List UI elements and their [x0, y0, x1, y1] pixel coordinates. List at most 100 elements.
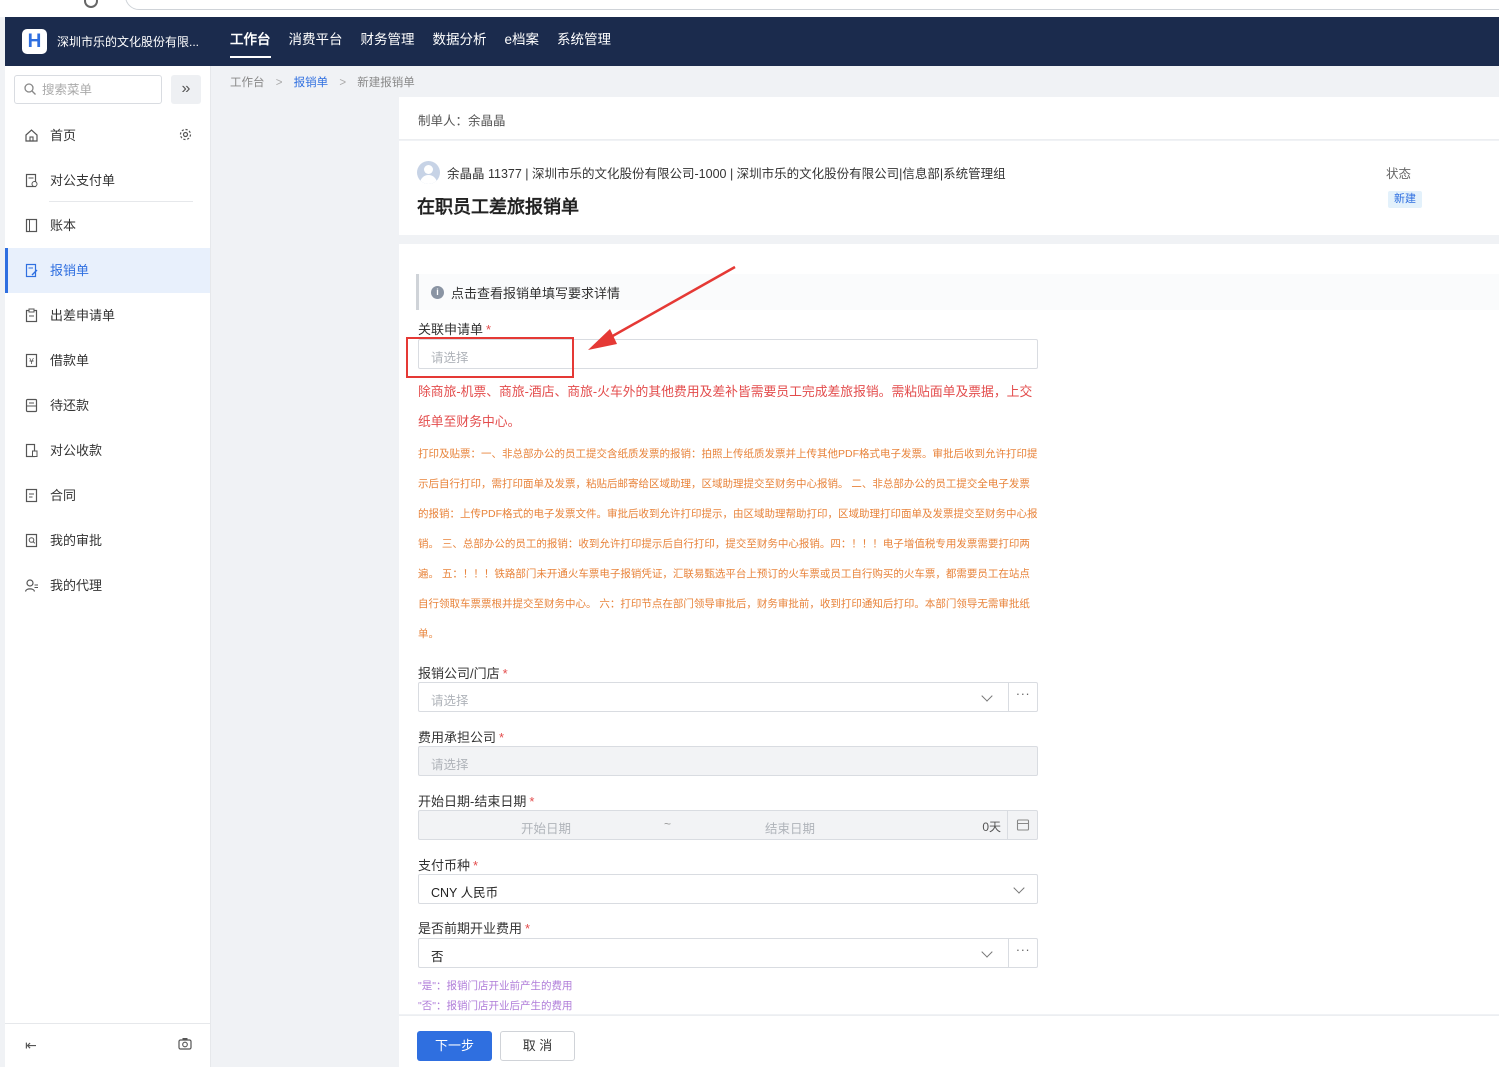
home-icon [25, 129, 38, 142]
date-range-picker[interactable]: 开始日期 ~ 结束日期 0天 [418, 810, 1038, 840]
contract-icon [25, 488, 38, 503]
nav-data-analysis[interactable]: 数据分析 [433, 17, 487, 66]
next-step-button[interactable]: 下一步 [417, 1031, 492, 1061]
currency-select[interactable]: CNY 人民币 [418, 874, 1038, 904]
creator-text: 制单人：余晶晶 [418, 114, 506, 128]
sidebar-item-label: 账本 [50, 218, 77, 233]
creator-bar: 制单人：余晶晶 [399, 97, 1499, 140]
chevron-down-icon [981, 690, 993, 702]
hint-yes: "是"：报销门店开业前产生的费用 [418, 980, 573, 992]
sidebar-item-my-agent[interactable]: 我的代理 [5, 563, 210, 608]
sidebar-item-corporate-payment[interactable]: 对公支付单 [5, 158, 210, 203]
search-icon [24, 83, 36, 95]
nav-e-archive[interactable]: e档案 [505, 17, 540, 66]
breadcrumb-current: 新建报销单 [357, 77, 415, 89]
sidebar-item-label: 对公支付单 [50, 173, 116, 188]
sidebar-item-travel-application[interactable]: 出差申请单 [5, 293, 210, 338]
sidebar-item-label: 待还款 [50, 398, 90, 413]
info-icon: i [431, 286, 444, 299]
more-options-button[interactable]: ··· [1008, 939, 1037, 967]
sidebar-item-reimbursement[interactable]: 报销单 [5, 248, 210, 293]
nav-system-management[interactable]: 系统管理 [557, 17, 611, 66]
reimbursement-icon [25, 263, 38, 278]
pre-opening-value: 否 [431, 950, 444, 964]
chevron-down-icon [981, 946, 993, 958]
user-info: 余晶晶 11377 | 深圳市乐的文化股份有限公司-1000 | 深圳市乐的文化… [447, 167, 1006, 181]
sidebar-item-label: 我的代理 [50, 578, 103, 593]
breadcrumb-home[interactable]: 工作台 [230, 77, 265, 89]
form-footer: 下一步 取 消 [399, 1015, 1499, 1067]
nav-finance[interactable]: 财务管理 [361, 17, 415, 66]
status-badge: 新建 [1388, 191, 1422, 208]
sidebar-item-ledger[interactable]: 账本 [5, 203, 210, 248]
sidebar-item-contract[interactable]: 合同 [5, 473, 210, 518]
sidebar-item-corporate-receipt[interactable]: 对公收款 [5, 428, 210, 473]
double-chevron-right-icon[interactable]: » [171, 75, 201, 104]
payment-doc-icon [25, 173, 38, 188]
menu-divider [49, 201, 193, 202]
company-store-label: 报销公司/门店 * [418, 666, 508, 681]
menu-search[interactable] [14, 75, 162, 104]
agent-icon [24, 579, 38, 592]
sidebar-item-label: 合同 [50, 488, 77, 503]
sidebar-item-label: 我的审批 [50, 533, 103, 548]
ledger-icon [25, 218, 38, 233]
end-date-input[interactable]: 结束日期 [765, 818, 815, 837]
sidebar: » 首页 对公支付单 账本 报销单 出差申请单 ¥ 借款单 [5, 66, 211, 1067]
menu-search-input[interactable] [42, 80, 157, 100]
avatar [417, 161, 440, 184]
pre-opening-select[interactable]: 否 ··· [418, 938, 1038, 968]
sidebar-item-label: 首页 [50, 128, 77, 143]
app-logo[interactable]: H [22, 29, 47, 54]
more-options-button[interactable]: ··· [1008, 683, 1037, 711]
status-label: 状态 [1386, 167, 1412, 181]
currency-value: CNY 人民币 [431, 886, 499, 900]
form-header: 余晶晶 11377 | 深圳市乐的文化股份有限公司-1000 | 深圳市乐的文化… [399, 141, 1499, 235]
receipt-icon [25, 443, 38, 458]
main-nav: 工作台 消费平台 财务管理 数据分析 e档案 系统管理 [230, 17, 629, 66]
gear-icon[interactable] [179, 128, 192, 141]
nav-consumption-platform[interactable]: 消费平台 [289, 17, 343, 66]
breadcrumb-reimbursement[interactable]: 报销单 [294, 77, 329, 89]
sidebar-footer: ⇤ [5, 1023, 210, 1067]
travel-expense-note: 除商旅-机票、商旅-酒店、商旅-火车外的其他费用及差补皆需要员工完成差旅报销。需… [418, 384, 1033, 429]
cost-company-label: 费用承担公司 * [418, 730, 505, 745]
sidebar-item-to-repay[interactable]: 待还款 [5, 383, 210, 428]
sidebar-item-label: 报销单 [50, 263, 90, 278]
company-store-select[interactable]: 请选择 ··· [418, 682, 1038, 712]
sidebar-item-label: 借款单 [50, 353, 90, 368]
camera-icon[interactable] [178, 1037, 192, 1050]
hint-no: "否"：报销门店开业后产生的费用 [418, 1000, 573, 1012]
date-separator: ~ [664, 817, 672, 831]
address-bar[interactable] [125, 0, 1499, 10]
page-title: 在职员工差旅报销单 [417, 197, 579, 217]
sidebar-item-home[interactable]: 首页 [5, 113, 210, 158]
calendar-icon[interactable] [1007, 811, 1037, 839]
sidebar-item-my-approval[interactable]: 我的审批 [5, 518, 210, 563]
sidebar-item-loan[interactable]: ¥ 借款单 [5, 338, 210, 383]
date-range-label: 开始日期-结束日期 * [418, 794, 535, 809]
breadcrumb-separator: > [275, 77, 283, 89]
collapse-sidebar-icon[interactable]: ⇤ [25, 1037, 37, 1054]
cost-company-placeholder: 请选择 [431, 758, 469, 772]
pre-opening-label: 是否前期开业费用 * [418, 921, 531, 936]
nav-workbench[interactable]: 工作台 [230, 17, 271, 66]
annotation-highlight-box [406, 337, 574, 378]
clipboard-icon [25, 308, 38, 323]
print-instructions: 打印及贴票：一、非总部办公的员工提交含纸质发票的报销：拍照上传纸质发票并上传其他… [418, 448, 1038, 640]
requirements-notice[interactable]: i 点击查看报销单填写要求详情 [416, 274, 1499, 310]
repay-icon [25, 398, 38, 413]
browser-chrome [0, 0, 1499, 17]
day-count: 0天 [982, 820, 1001, 834]
start-date-input[interactable]: 开始日期 [521, 818, 571, 837]
breadcrumb-separator: > [339, 77, 347, 89]
sidebar-menu: 首页 对公支付单 账本 报销单 出差申请单 ¥ 借款单 待还款 对公收款 合同 … [5, 113, 210, 608]
cancel-button[interactable]: 取 消 [500, 1031, 575, 1061]
chevron-down-icon [1013, 882, 1025, 894]
related-application-label: 关联申请单 * [418, 322, 492, 337]
breadcrumb: 工作台 > 报销单 > 新建报销单 [230, 74, 423, 90]
company-name[interactable]: 深圳市乐的文化股份有限... [57, 33, 199, 50]
cost-company-select[interactable]: 请选择 [418, 746, 1038, 776]
reload-icon[interactable] [84, 0, 98, 8]
svg-text:¥: ¥ [29, 357, 34, 366]
